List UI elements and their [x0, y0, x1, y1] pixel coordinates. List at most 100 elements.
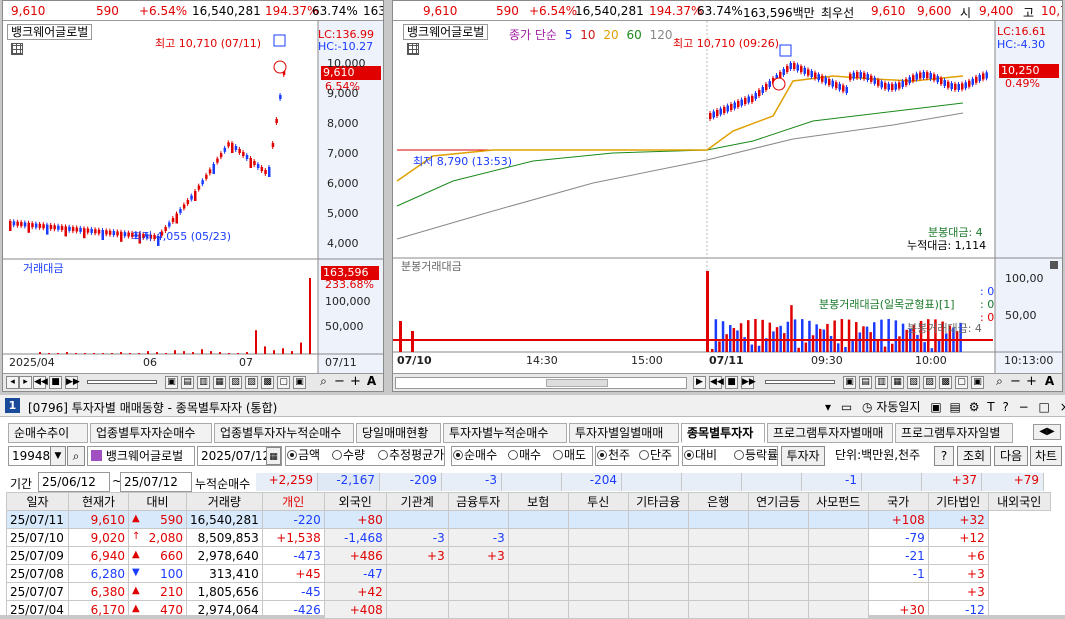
tool-icon-6[interactable]: ▨	[245, 376, 258, 389]
radio-1-0[interactable]: 순매수	[453, 446, 497, 466]
scroll-left-icon[interactable]: ◂	[6, 376, 19, 389]
tool-icon-5[interactable]: ▧	[907, 376, 920, 389]
vol-expand-icon[interactable]	[1050, 261, 1058, 269]
column-header[interactable]: 기관계	[385, 492, 449, 511]
calendar-icon[interactable]: ▦	[266, 447, 281, 465]
radio-0-2[interactable]: 추정평균가	[378, 446, 444, 466]
first-icon[interactable]: ◀◀	[709, 376, 724, 389]
radio-0-1[interactable]: 수량	[332, 446, 365, 466]
tool-icon-1[interactable]: ▣	[165, 376, 178, 389]
column-header[interactable]: 사모펀드	[807, 492, 869, 511]
play-icon[interactable]: ▶	[693, 376, 706, 389]
tool-icon-2[interactable]: ▤	[859, 376, 872, 389]
radio-1-2[interactable]: 매도	[553, 446, 586, 466]
column-header[interactable]: 금융투자	[447, 492, 509, 511]
plus-icon[interactable]: +	[1025, 375, 1038, 389]
auto-log-label[interactable]: 자동일지	[876, 400, 920, 414]
radio-dot[interactable]	[597, 450, 607, 460]
tab-6[interactable]: 종목별투자자	[681, 423, 765, 443]
radio-0-0[interactable]: 금액	[287, 446, 320, 466]
stop-icon[interactable]: ■	[49, 376, 62, 389]
font-size-icon[interactable]: A	[365, 375, 378, 389]
tab-scroll[interactable]: ◀▶	[1033, 424, 1061, 440]
minus-icon[interactable]: −	[333, 375, 346, 389]
tab-0[interactable]: 순매수추이	[8, 423, 88, 443]
column-header[interactable]: 개인	[261, 492, 325, 511]
tool-icon-4[interactable]: ▦	[213, 376, 226, 389]
tab-5[interactable]: 투자자별일별매매	[569, 423, 679, 443]
split-icon[interactable]: ▭	[841, 400, 852, 414]
radio-3-0[interactable]: 대비	[684, 446, 717, 466]
close-icon[interactable]: ×	[1060, 400, 1065, 414]
zoom-slider[interactable]	[765, 380, 835, 384]
minimize-icon[interactable]: −	[1019, 400, 1029, 414]
tool-icon-3[interactable]: ▥	[875, 376, 888, 389]
tool-icon-4[interactable]: ▦	[891, 376, 904, 389]
last-icon[interactable]: ▶▶	[65, 376, 80, 389]
tab-8[interactable]: 프로그램투자자일별	[895, 423, 1013, 443]
tool-icon-8[interactable]: ▢	[955, 376, 968, 389]
column-header[interactable]: 외국인	[323, 492, 387, 511]
table-row[interactable]: 25/07/09 6,940 ▲ 660 2,978,640 -473 +486 +3 +3 -2…	[6, 546, 1051, 565]
column-header[interactable]: 현재가	[68, 492, 129, 511]
radio-dot[interactable]	[287, 450, 297, 460]
scrollbar-thumb[interactable]	[546, 379, 608, 387]
table-row[interactable]: 25/07/08 6,280 ▼ 100 313,410 +45 -47 -1 +3	[6, 564, 1051, 583]
plus-icon[interactable]: +	[349, 375, 362, 389]
tool-icon-2[interactable]: ▤	[181, 376, 194, 389]
next-button[interactable]: 다음	[994, 446, 1028, 466]
tab-1[interactable]: 업종별투자자순매수	[90, 423, 212, 443]
column-header[interactable]: 보험	[507, 492, 569, 511]
tab-7[interactable]: 프로그램투자자별매매	[767, 423, 893, 443]
help-icon[interactable]: ?	[1002, 400, 1008, 414]
last-icon[interactable]: ▶▶	[741, 376, 756, 389]
table-row[interactable]: 25/07/11 9,610 ▲ 590 16,540,281 -220 +80 +108 +3…	[6, 510, 1051, 529]
window-icon-1[interactable]: ▣	[930, 400, 941, 414]
table-row[interactable]: 25/07/07 6,380 ▲ 210 1,805,656 -45 +42 +3	[6, 582, 1051, 601]
tool-icon-6[interactable]: ▨	[923, 376, 936, 389]
search-icon[interactable]: ⌕	[67, 446, 85, 466]
grid-icon[interactable]	[11, 43, 23, 55]
collapse-icon[interactable]: ▾	[825, 400, 831, 414]
code-dropdown-icon[interactable]: ▼	[50, 446, 66, 466]
investor-button[interactable]: 투자자	[781, 446, 825, 466]
column-header[interactable]: 국가	[867, 492, 929, 511]
radio-dot[interactable]	[684, 450, 694, 460]
minute-candle-chart[interactable]	[393, 21, 1063, 373]
period-from[interactable]: 25/06/12	[38, 472, 110, 492]
window-icon-2[interactable]: ▤	[950, 400, 961, 414]
horizontal-scrollbar[interactable]	[395, 377, 687, 389]
radio-3-1[interactable]: 등락률	[734, 446, 778, 466]
radio-dot[interactable]	[553, 450, 563, 460]
search-icon[interactable]: ⌕	[993, 375, 1006, 389]
scroll-right-icon[interactable]: ▸	[19, 376, 32, 389]
window-icon-3[interactable]: ⚙	[969, 400, 980, 414]
font-size-icon[interactable]: A	[1043, 375, 1056, 389]
zoom-slider[interactable]	[87, 380, 157, 384]
minus-icon[interactable]: −	[1009, 375, 1022, 389]
radio-dot[interactable]	[639, 450, 649, 460]
table-row[interactable]: 25/07/04 6,170 ▲ 470 2,974,064 -426 +408 +30 -12	[6, 600, 1051, 619]
column-header[interactable]: 기타법인	[927, 492, 989, 511]
tool-icon-9[interactable]: ▣	[971, 376, 984, 389]
radio-dot[interactable]	[734, 450, 744, 460]
column-header[interactable]: 내외국인	[987, 492, 1051, 511]
tab-2[interactable]: 업종별투자자누적순매수	[214, 423, 354, 443]
left-chart-title[interactable]: 뱅크웨어글로벌	[7, 24, 93, 40]
column-header[interactable]: 투신	[567, 492, 629, 511]
tool-icon-3[interactable]: ▥	[197, 376, 210, 389]
tool-icon-5[interactable]: ▧	[229, 376, 242, 389]
tool-icon-1[interactable]: ▣	[843, 376, 856, 389]
help-button[interactable]: ?	[934, 446, 954, 466]
tab-4[interactable]: 투자자별누적순매수	[443, 423, 567, 443]
radio-2-0[interactable]: 천주	[597, 446, 630, 466]
text-icon[interactable]: T	[987, 400, 994, 414]
maximize-icon[interactable]: □	[1039, 400, 1050, 414]
radio-2-1[interactable]: 단주	[639, 446, 672, 466]
search-icon[interactable]: ⌕	[317, 375, 330, 389]
column-header[interactable]: 기타금융	[627, 492, 689, 511]
right-chart-title[interactable]: 뱅크웨어글로벌	[403, 24, 489, 40]
query-button[interactable]: 조회	[957, 446, 991, 466]
tool-icon-8[interactable]: ▢	[277, 376, 290, 389]
column-header[interactable]: 대비	[128, 492, 187, 511]
